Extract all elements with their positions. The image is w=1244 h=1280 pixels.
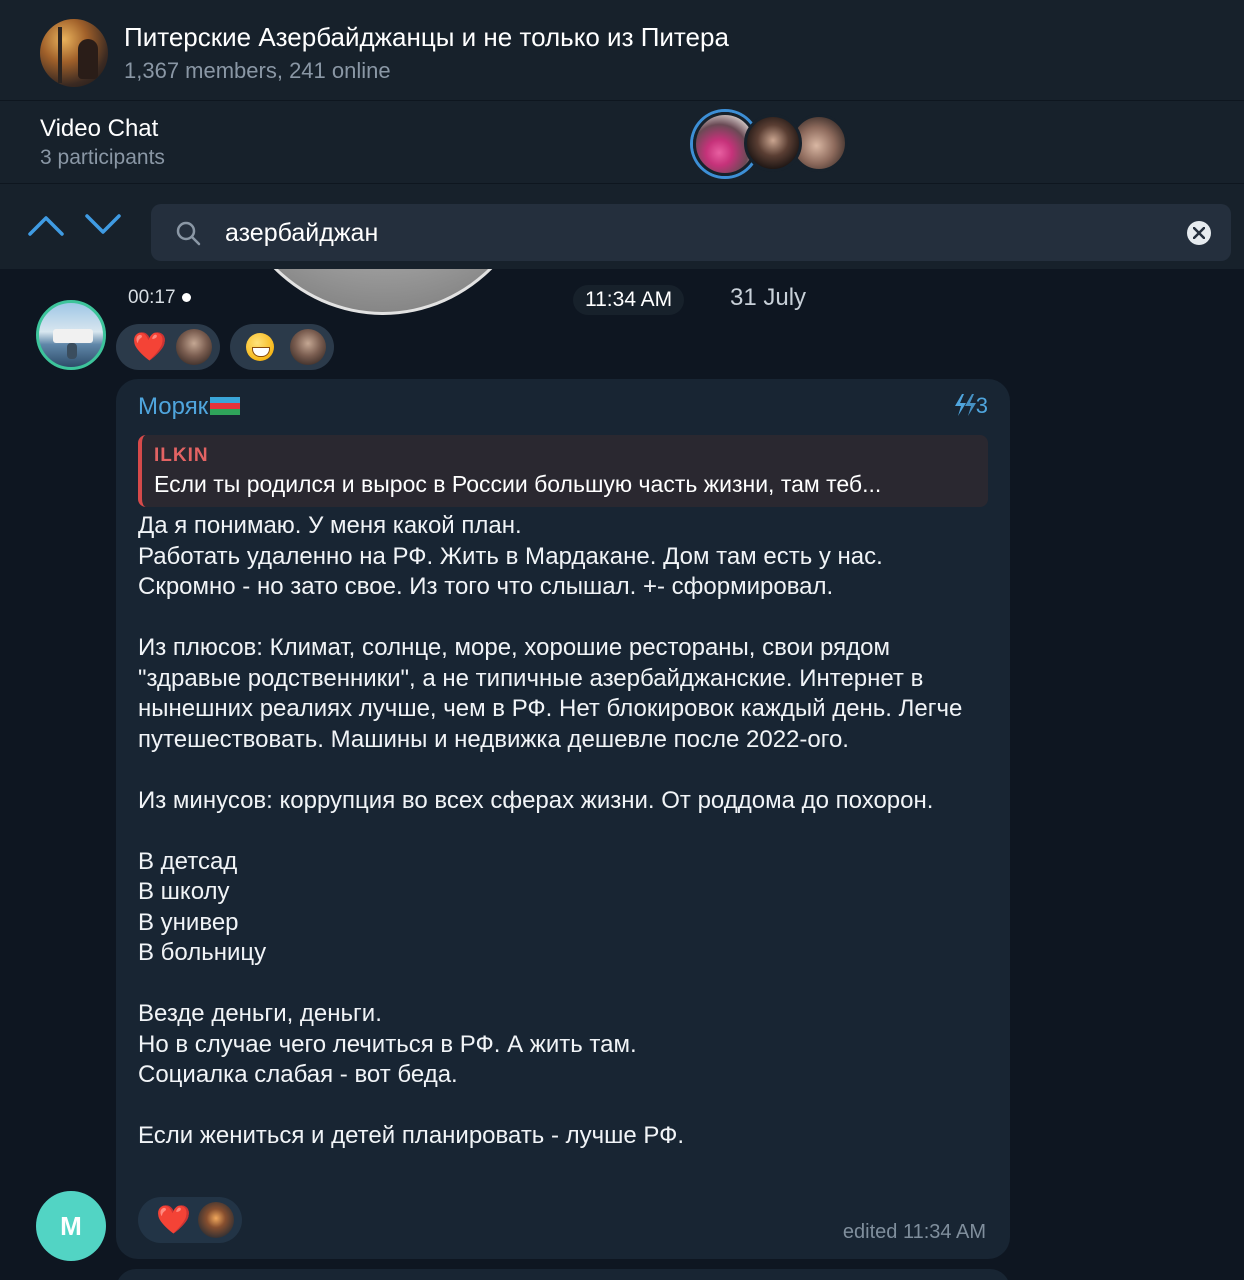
- boost-count: 3: [975, 393, 988, 418]
- reactor-avatar: [290, 329, 326, 365]
- reactor-avatar: [198, 1202, 234, 1238]
- search-bar: [0, 184, 1244, 268]
- sender-name[interactable]: Моряк: [138, 393, 241, 421]
- next-message-bubble[interactable]: [116, 1269, 1010, 1280]
- group-members-status: 1,367 members, 241 online: [124, 58, 391, 83]
- sender-name-text: Моряк: [138, 393, 209, 420]
- azerbaijan-flag-icon: [210, 396, 241, 415]
- message-reaction-heart[interactable]: ❤️: [138, 1197, 242, 1243]
- group-title[interactable]: Питерские Азербайджанцы и не только из П…: [124, 22, 729, 53]
- grinning-emoji-icon: [246, 330, 274, 366]
- avatar-person-shape: [67, 343, 77, 359]
- heart-emoji-icon: ❤️: [132, 331, 167, 362]
- heart-emoji-icon: ❤️: [156, 1204, 191, 1235]
- video-chat-title: Video Chat: [40, 115, 159, 142]
- search-prev-result-button[interactable]: [27, 210, 67, 240]
- round-video-message[interactable]: [222, 269, 544, 315]
- sender-avatar-sailor[interactable]: [36, 300, 106, 370]
- message-bubble[interactable]: Моряк 3 ILKIN Если ты родился и вырос в …: [116, 379, 1010, 1259]
- reaction-grinning[interactable]: [230, 324, 334, 370]
- search-icon: [176, 221, 201, 246]
- group-avatar[interactable]: [40, 19, 108, 87]
- participant-avatar-2: [744, 114, 802, 172]
- message-time-badge: 11:34 AM: [573, 285, 685, 315]
- edited-timestamp: edited 11:34 AM: [842, 1221, 986, 1243]
- date-label: 31 July: [730, 284, 807, 311]
- reply-quote[interactable]: ILKIN Если ты родился и вырос в России б…: [138, 435, 988, 507]
- message-text: Да я понимаю. У меня какой план. Работат…: [138, 512, 963, 1149]
- video-duration: 00:17: [128, 287, 191, 309]
- search-field[interactable]: [151, 204, 1231, 263]
- video-duration-text: 00:17: [128, 287, 176, 308]
- chat-history[interactable]: 00:17 11:34 AM 31 July ❤️ Моряк 3 ILKIN …: [0, 269, 1244, 1280]
- sender-avatar-letter[interactable]: M: [36, 1191, 106, 1261]
- boost-lightning-icon: [954, 394, 976, 417]
- search-input[interactable]: [223, 204, 1167, 263]
- avatar-pole-shape: [58, 27, 62, 83]
- video-chat-bar[interactable]: Video Chat 3 participants: [0, 101, 1244, 183]
- avatar-figure-shape: [78, 39, 98, 79]
- unplayed-dot-icon: [181, 293, 191, 303]
- search-next-result-button[interactable]: [84, 210, 124, 240]
- chevron-up-icon: [28, 216, 64, 236]
- chevron-down-icon: [85, 214, 121, 234]
- clear-search-icon[interactable]: [1187, 221, 1211, 245]
- reactor-avatar: [176, 329, 212, 365]
- reply-text: Если ты родился и вырос в России большую…: [154, 471, 882, 497]
- video-chat-participants: 3 participants: [40, 146, 165, 169]
- reaction-heart[interactable]: ❤️: [116, 324, 220, 370]
- reply-author: ILKIN: [154, 445, 209, 466]
- chat-header[interactable]: Питерские Азербайджанцы и не только из П…: [0, 0, 1244, 100]
- boost-badge: 3: [952, 393, 988, 419]
- avatar-boat-shape: [53, 329, 93, 343]
